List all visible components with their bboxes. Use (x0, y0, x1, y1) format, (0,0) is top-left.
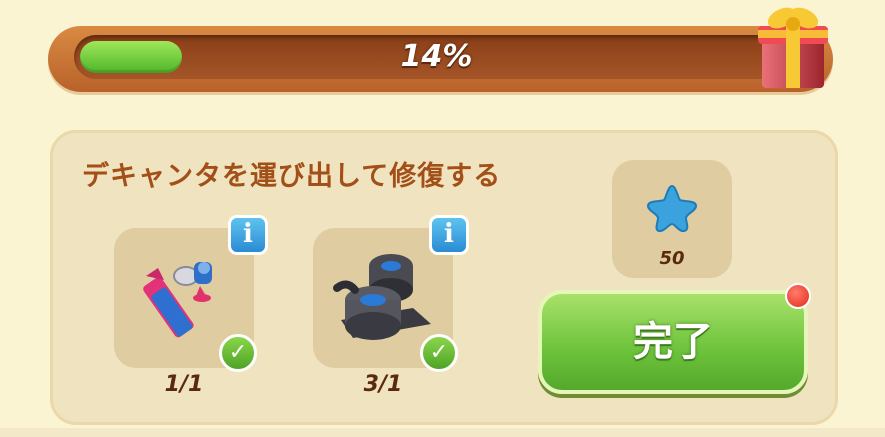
progress-track: 14% (74, 35, 799, 79)
check-icon: ✓ (420, 334, 458, 372)
notification-dot (785, 283, 811, 309)
bottom-strip (0, 428, 885, 437)
progress-bar: 14% (48, 26, 833, 92)
progress-label: 14% (400, 39, 473, 74)
task-title: デキャンタを運び出して修復する (82, 161, 502, 192)
reward-amount: 50 (659, 248, 685, 269)
info-button-item-2[interactable]: i (429, 215, 469, 255)
complete-button[interactable]: 完了 (538, 290, 808, 394)
gift-box-icon[interactable] (752, 0, 832, 92)
check-icon: ✓ (219, 334, 257, 372)
item-count-2: 3/1 (363, 372, 403, 397)
info-button-item-1[interactable]: i (228, 215, 268, 255)
blue-star-icon (646, 184, 698, 233)
item-count-1: 1/1 (164, 372, 204, 397)
